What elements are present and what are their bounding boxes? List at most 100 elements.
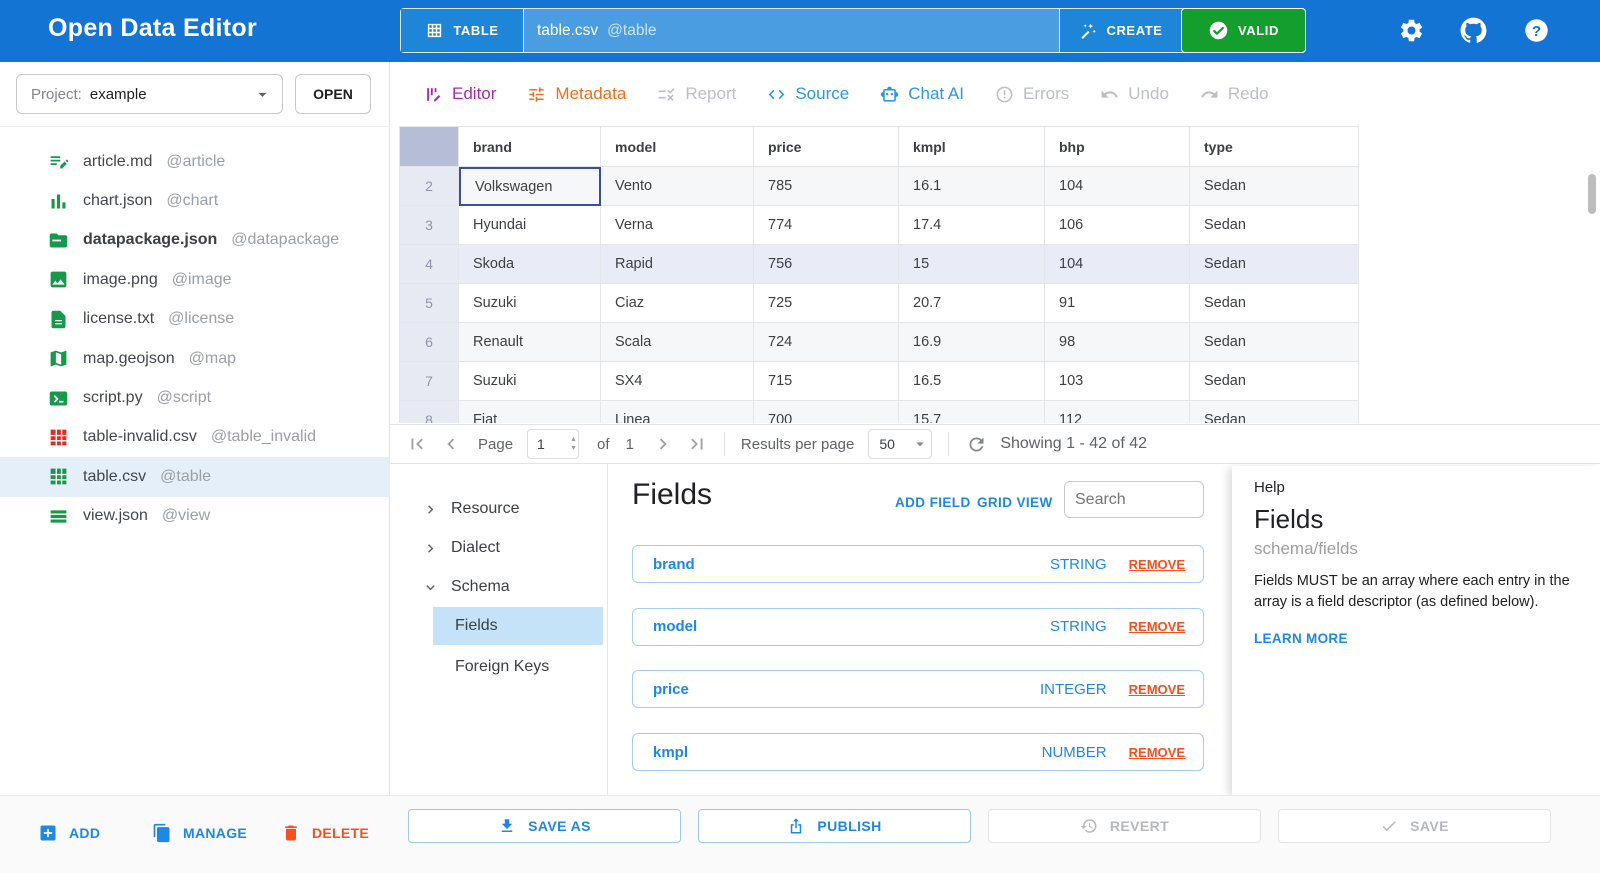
file-item-script.py[interactable]: script.py@script: [0, 378, 390, 417]
column-header-brand[interactable]: brand: [459, 127, 601, 167]
cell-type-8[interactable]: Sedan: [1190, 401, 1359, 423]
file-item-datapackage.json[interactable]: datapackage.json@datapackage: [0, 221, 390, 260]
fields-search-input[interactable]: [1064, 481, 1204, 518]
last-page-icon[interactable]: [686, 433, 708, 455]
file-item-map.geojson[interactable]: map.geojson@map: [0, 339, 390, 378]
cell-model-5[interactable]: Ciaz: [601, 284, 754, 323]
grid-view-button[interactable]: GRID VIEW: [977, 495, 1053, 510]
row-number[interactable]: 4: [400, 245, 459, 284]
row-number[interactable]: 7: [400, 362, 459, 401]
revert-button[interactable]: REVERT: [988, 809, 1261, 843]
remove-field-button[interactable]: REMOVE: [1129, 745, 1185, 760]
cell-type-4[interactable]: Sedan: [1190, 245, 1359, 284]
remove-field-button[interactable]: REMOVE: [1129, 682, 1185, 697]
file-item-image.png[interactable]: image.png@image: [0, 260, 390, 299]
open-project-button[interactable]: OPEN: [295, 74, 371, 114]
cell-price-3[interactable]: 774: [754, 206, 899, 245]
cell-model-6[interactable]: Scala: [601, 323, 754, 362]
tree-item-dialect[interactable]: Dialect: [422, 529, 500, 567]
column-header-price[interactable]: price: [754, 127, 899, 167]
file-item-license.txt[interactable]: license.txt@license: [0, 300, 390, 339]
valid-status-button[interactable]: VALID: [1181, 8, 1306, 53]
row-number[interactable]: 2: [400, 167, 459, 206]
save-button[interactable]: SAVE: [1278, 809, 1551, 843]
cell-bhp-7[interactable]: 103: [1045, 362, 1190, 401]
next-page-icon[interactable]: [652, 433, 674, 455]
cell-bhp-3[interactable]: 106: [1045, 206, 1190, 245]
cell-price-4[interactable]: 756: [754, 245, 899, 284]
project-select[interactable]: Project: example: [16, 74, 283, 114]
cell-type-5[interactable]: Sedan: [1190, 284, 1359, 323]
cell-brand-3[interactable]: Hyundai: [459, 206, 601, 245]
file-path-bar[interactable]: table.csv @table: [524, 9, 1059, 52]
toolbar-item-report[interactable]: Report: [657, 84, 736, 104]
column-header-model[interactable]: model: [601, 127, 754, 167]
cell-kmpl-6[interactable]: 16.9: [899, 323, 1045, 362]
publish-button[interactable]: PUBLISH: [698, 809, 971, 843]
delete-file-button[interactable]: DELETE: [281, 813, 369, 853]
file-item-table-invalid.csv[interactable]: table-invalid.csv@table_invalid: [0, 418, 390, 457]
field-card-kmpl[interactable]: kmplNUMBERREMOVE: [632, 733, 1204, 771]
cell-brand-7[interactable]: Suzuki: [459, 362, 601, 401]
row-number[interactable]: 6: [400, 323, 459, 362]
cell-brand-8[interactable]: Fiat: [459, 401, 601, 423]
github-icon[interactable]: [1460, 17, 1487, 44]
cell-price-7[interactable]: 715: [754, 362, 899, 401]
row-number[interactable]: 8: [400, 401, 459, 423]
cell-brand-4[interactable]: Skoda: [459, 245, 601, 284]
cell-price-5[interactable]: 725: [754, 284, 899, 323]
vertical-scrollbar[interactable]: [1588, 174, 1596, 214]
tree-item-fields[interactable]: Fields: [433, 607, 603, 645]
cell-type-7[interactable]: Sedan: [1190, 362, 1359, 401]
create-button[interactable]: CREATE: [1059, 9, 1182, 52]
column-header-type[interactable]: type: [1190, 127, 1359, 167]
cell-bhp-2[interactable]: 104: [1045, 167, 1190, 206]
cell-kmpl-8[interactable]: 15.7: [899, 401, 1045, 423]
cell-kmpl-5[interactable]: 20.7: [899, 284, 1045, 323]
cell-bhp-6[interactable]: 98: [1045, 323, 1190, 362]
field-card-model[interactable]: modelSTRINGREMOVE: [632, 608, 1204, 646]
previous-page-icon[interactable]: [440, 433, 462, 455]
cell-price-8[interactable]: 700: [754, 401, 899, 423]
save-as-button[interactable]: SAVE AS: [408, 809, 681, 843]
row-number[interactable]: 5: [400, 284, 459, 323]
cell-price-2[interactable]: 785: [754, 167, 899, 206]
toolbar-item-redo[interactable]: Redo: [1200, 84, 1269, 104]
tree-item-schema[interactable]: Schema: [422, 568, 510, 606]
results-per-page-select[interactable]: 50: [868, 429, 932, 459]
toolbar-item-chat-ai[interactable]: Chat AI: [880, 84, 964, 104]
table-view-tab[interactable]: TABLE: [401, 9, 524, 52]
remove-field-button[interactable]: REMOVE: [1129, 619, 1185, 634]
cell-brand-2[interactable]: Volkswagen: [459, 167, 601, 206]
cell-brand-5[interactable]: Suzuki: [459, 284, 601, 323]
add-file-button[interactable]: ADD: [38, 813, 100, 853]
first-page-icon[interactable]: [406, 433, 428, 455]
row-number[interactable]: 3: [400, 206, 459, 245]
cell-model-3[interactable]: Verna: [601, 206, 754, 245]
cell-bhp-5[interactable]: 91: [1045, 284, 1190, 323]
file-item-table.csv[interactable]: table.csv@table: [0, 457, 390, 496]
column-header-kmpl[interactable]: kmpl: [899, 127, 1045, 167]
toolbar-item-metadata[interactable]: Metadata: [527, 84, 626, 104]
page-decrement-icon[interactable]: ▼: [570, 445, 577, 452]
tree-item-resource[interactable]: Resource: [422, 490, 519, 528]
learn-more-link[interactable]: LEARN MORE: [1254, 631, 1348, 646]
cell-price-6[interactable]: 724: [754, 323, 899, 362]
refresh-icon[interactable]: [966, 434, 987, 455]
toolbar-item-source[interactable]: Source: [767, 84, 849, 104]
cell-model-7[interactable]: SX4: [601, 362, 754, 401]
cell-type-6[interactable]: Sedan: [1190, 323, 1359, 362]
file-item-view.json[interactable]: view.json@view: [0, 497, 390, 536]
manage-files-button[interactable]: MANAGE: [152, 813, 247, 853]
cell-type-2[interactable]: Sedan: [1190, 167, 1359, 206]
toolbar-item-errors[interactable]: Errors: [995, 84, 1069, 104]
field-card-brand[interactable]: brandSTRINGREMOVE: [632, 545, 1204, 583]
cell-model-8[interactable]: Linea: [601, 401, 754, 423]
cell-kmpl-3[interactable]: 17.4: [899, 206, 1045, 245]
cell-bhp-8[interactable]: 112: [1045, 401, 1190, 423]
file-item-chart.json[interactable]: chart.json@chart: [0, 181, 390, 220]
cell-brand-6[interactable]: Renault: [459, 323, 601, 362]
tree-item-foreign-keys[interactable]: Foreign Keys: [433, 648, 603, 686]
help-question-icon[interactable]: ?: [1523, 17, 1550, 44]
cell-kmpl-2[interactable]: 16.1: [899, 167, 1045, 206]
